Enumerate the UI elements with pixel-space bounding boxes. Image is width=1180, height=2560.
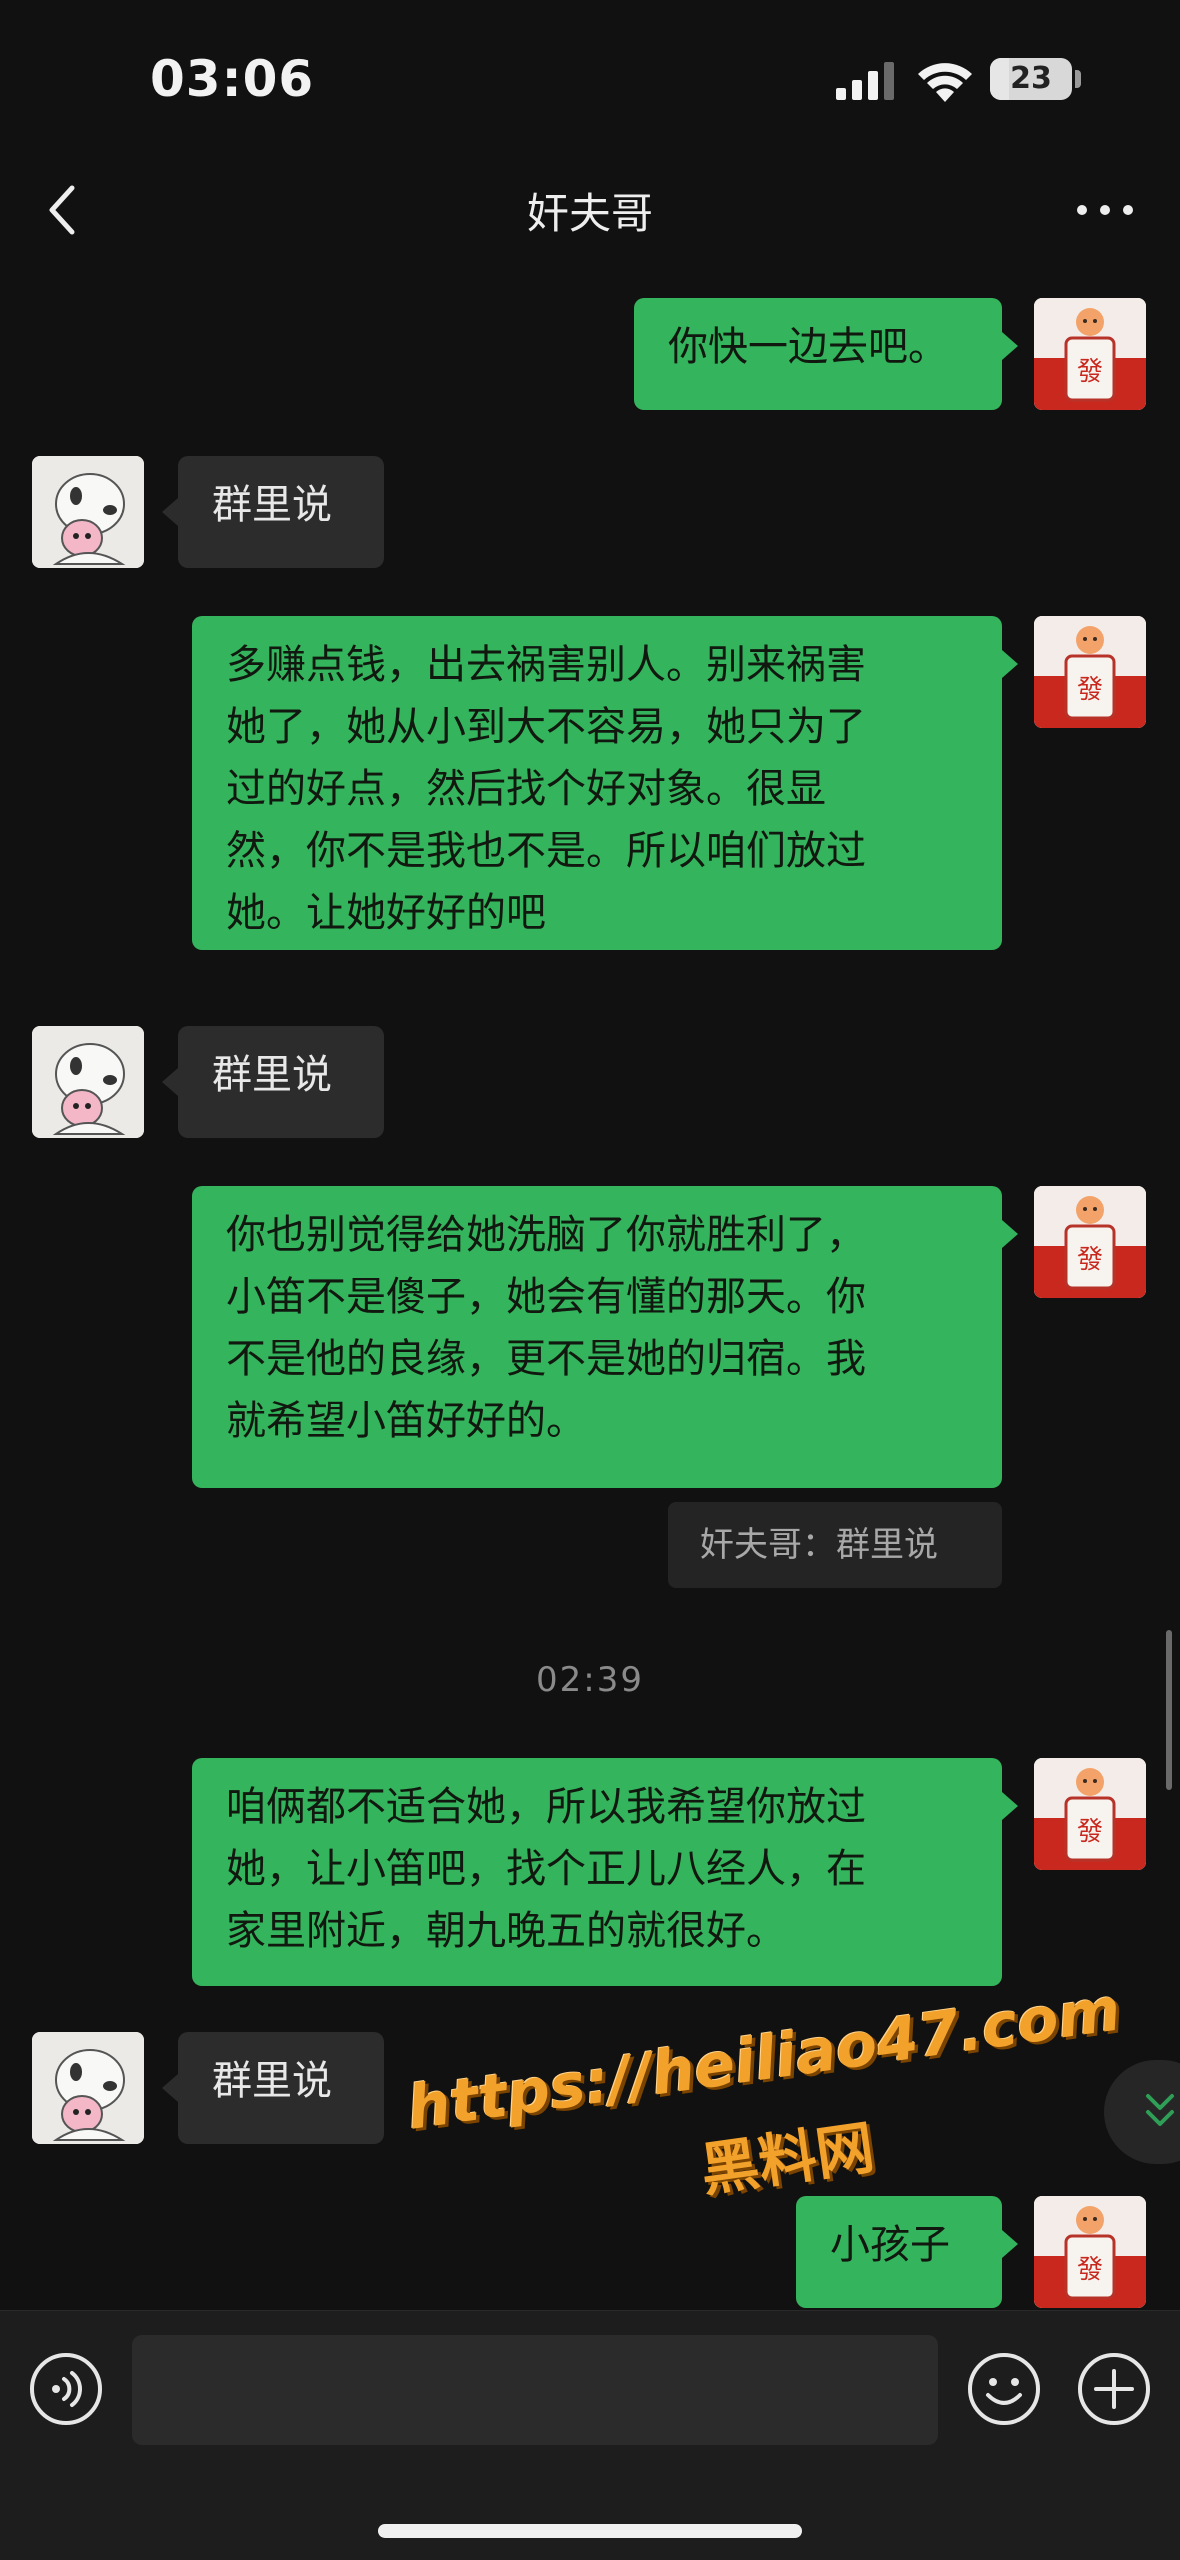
battery-percent: 23 — [1010, 61, 1052, 96]
self-avatar[interactable]: 發 — [1034, 2196, 1146, 2308]
bubble-tail — [162, 498, 178, 526]
contact-avatar[interactable] — [32, 456, 144, 568]
battery-icon: 23 — [990, 58, 1072, 100]
message-bubble-received[interactable]: 群里说 — [178, 1026, 384, 1138]
self-avatar[interactable]: 發 — [1034, 1758, 1146, 1870]
wifi-icon — [918, 63, 972, 102]
message-bubble-sent[interactable]: 你快一边去吧。 — [634, 298, 1002, 410]
self-avatar[interactable]: 發 — [1034, 1186, 1146, 1298]
self-avatar[interactable]: 發 — [1034, 616, 1146, 728]
bubble-tail — [1002, 650, 1018, 678]
message-bubble-received[interactable]: 群里说 — [178, 456, 384, 568]
chat-title: 奸夫哥 — [526, 189, 653, 238]
bubble-tail — [1002, 2230, 1018, 2258]
signal-icon — [836, 62, 894, 100]
message-input[interactable] — [132, 2335, 938, 2445]
bubble-tail — [162, 2074, 178, 2102]
contact-avatar[interactable] — [32, 1026, 144, 1138]
message-bubble-sent[interactable]: 你也别觉得给她洗脑了你就胜利了， 小笛不是傻子，她会有懂的那天。你 不是他的良缘… — [192, 1186, 1002, 1488]
self-avatar[interactable]: 發 — [1034, 298, 1146, 410]
more-dots-icon[interactable] — [1070, 190, 1140, 230]
status-time: 03:06 — [150, 50, 315, 108]
time-separator: 02:39 — [536, 1660, 644, 1700]
scroll-indicator[interactable] — [1166, 1630, 1172, 1790]
bubble-tail — [162, 1068, 178, 1096]
watermark-site-name: 黑料网 — [696, 2113, 879, 2205]
input-bar — [0, 2310, 1180, 2560]
message-bubble-sent[interactable]: 多赚点钱，出去祸害别人。别来祸害 她了，她从小到大不容易，她只为了 过的好点，然… — [192, 616, 1002, 950]
bubble-tail — [1002, 1220, 1018, 1248]
svg-text:發: 發 — [1077, 675, 1103, 705]
plus-icon[interactable] — [1076, 2351, 1152, 2427]
bubble-tail — [1002, 1792, 1018, 1820]
emoji-icon[interactable] — [966, 2351, 1042, 2427]
quoted-message[interactable]: 奸夫哥：群里说 — [668, 1502, 1002, 1588]
svg-text:發: 發 — [1077, 357, 1103, 387]
message-bubble-received[interactable]: 群里说 — [178, 2032, 384, 2144]
svg-text:發: 發 — [1077, 2255, 1103, 2285]
svg-text:發: 發 — [1077, 1245, 1103, 1275]
home-indicator — [378, 2524, 802, 2538]
bubble-tail — [1002, 332, 1018, 360]
contact-avatar[interactable] — [32, 2032, 144, 2144]
battery-tip — [1075, 70, 1081, 88]
voice-icon[interactable] — [28, 2351, 104, 2427]
message-bubble-sent[interactable]: 咱俩都不适合她，所以我希望你放过 她，让小笛吧，找个正儿八经人，在 家里附近，朝… — [192, 1758, 1002, 1986]
back-chevron-icon[interactable] — [36, 178, 92, 242]
status-bar: 03:06 23 — [0, 0, 1180, 150]
nav-bar: 奸夫哥 — [0, 150, 1180, 270]
svg-text:發: 發 — [1077, 1817, 1103, 1847]
